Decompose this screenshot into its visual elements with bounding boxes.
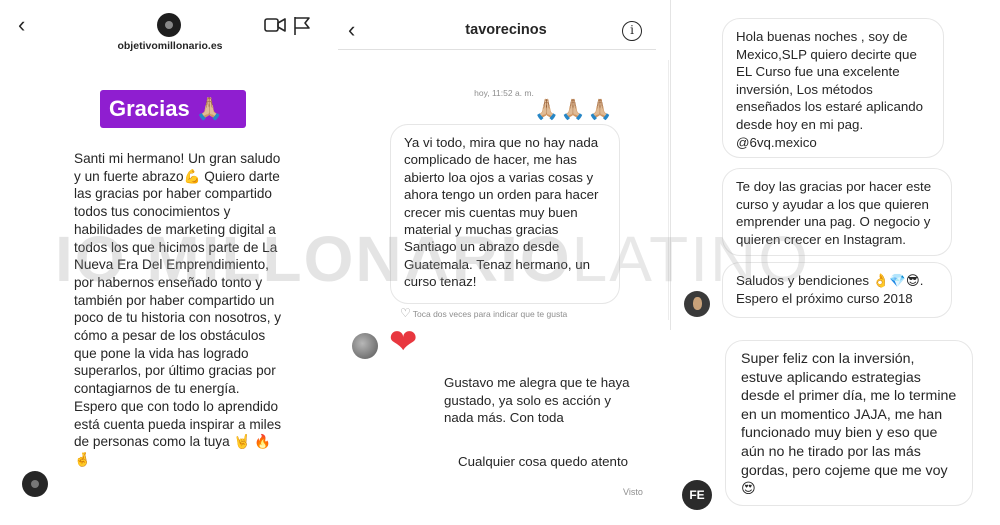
flag-icon[interactable]	[293, 16, 311, 36]
video-camera-icon[interactable]	[264, 16, 286, 34]
sender-avatar	[22, 471, 48, 497]
direct-chat-panel-2: Hola buenas noches , soy de Mexico,SLP q…	[670, 0, 1000, 525]
contact-avatar[interactable]	[352, 333, 378, 359]
gracias-sticker: Gracias 🙏🏼	[100, 90, 246, 128]
heart-icon: ❤	[389, 323, 418, 361]
info-icon[interactable]: i	[622, 21, 642, 41]
sticker-text: Gracias	[109, 96, 190, 121]
heart-outline-icon: ♡	[400, 306, 411, 320]
praying-hands-emoji-icon: 🙏🏼🙏🏼🙏🏼	[534, 97, 615, 121]
received-message-bubble[interactable]: Te doy las gracias por hacer este curso …	[722, 168, 952, 256]
sent-message-text[interactable]: Cualquier cosa quedo atento	[458, 454, 658, 469]
story-reply-panel: ‹ objetivomillonario.es Gracias 🙏🏼 Santi…	[0, 0, 338, 525]
back-chevron-icon[interactable]: ‹	[18, 14, 40, 36]
back-chevron-icon[interactable]: ‹	[348, 19, 355, 41]
double-tap-hint-text: Toca dos veces para indicar que te gusta	[412, 309, 568, 319]
received-message-bubble[interactable]: Saludos y bendiciones 👌💎😎. Espero el pró…	[722, 262, 952, 318]
story-message-text: Santi mi hermano! Un gran saludo y un fu…	[74, 151, 282, 467]
sent-message-text[interactable]: Gustavo me alegra que te haya gustado, y…	[444, 374, 644, 427]
panel-divider	[670, 0, 671, 330]
seen-status: Visto	[623, 487, 643, 497]
contact-avatar[interactable]	[684, 291, 710, 317]
contact-avatar[interactable]: FE	[682, 480, 712, 510]
direct-chat-panel: ‹ tavorecinos i hoy, 11:52 a. m. 🙏🏼🙏🏼🙏🏼 …	[338, 0, 670, 525]
received-message-bubble[interactable]: Super feliz con la inversión, estuve apl…	[725, 340, 973, 506]
praying-hands-emoji-icon: 🙏🏼	[195, 97, 224, 122]
profile-avatar[interactable]	[157, 13, 181, 37]
double-tap-hint: ♡ Toca dos veces para indicar que te gust…	[400, 306, 567, 320]
profile-username[interactable]: objetivomillonario.es	[100, 40, 240, 52]
panel-divider	[668, 60, 669, 320]
header-divider	[338, 49, 656, 50]
received-message-bubble[interactable]: Ya vi todo, mira que no hay nada complic…	[390, 124, 620, 304]
received-message-bubble[interactable]: Hola buenas noches , soy de Mexico,SLP q…	[722, 18, 944, 158]
chat-title[interactable]: tavorecinos	[426, 22, 586, 38]
